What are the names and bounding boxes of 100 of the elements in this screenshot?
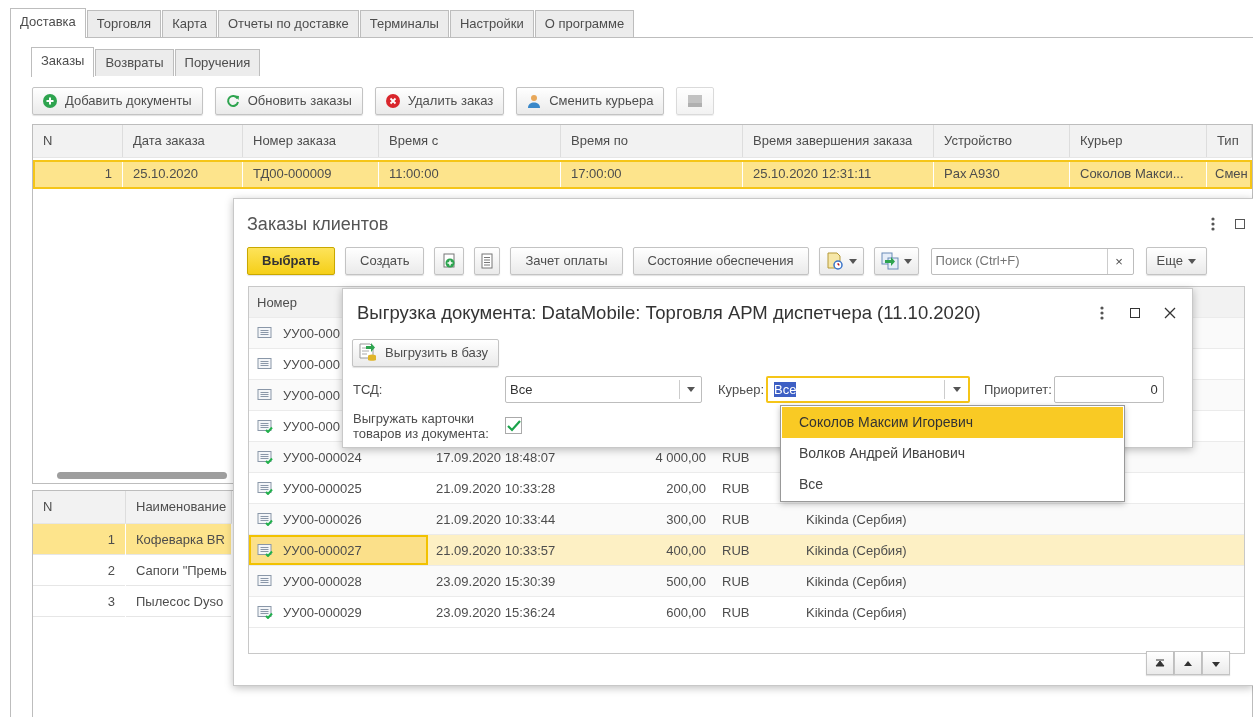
table-cell-text: 400,00 <box>665 542 707 560</box>
caret-icon <box>1188 258 1196 264</box>
toolbar-button[interactable]: Состояние обеспечения <box>632 247 809 275</box>
table-cell-text: Kikinda (Сербия) <box>805 542 908 560</box>
document-clock-icon <box>825 252 844 270</box>
table-cell-text: УУ00-000029 <box>283 603 362 622</box>
column-header[interactable]: Дата заказа <box>123 125 243 157</box>
maximize-icon[interactable] <box>1235 219 1245 229</box>
column-header[interactable]: Время по <box>561 125 743 157</box>
field-label: Курьер: <box>718 380 764 399</box>
table-cell-text: 600,00 <box>665 604 707 622</box>
table-row[interactable]: УУ00-000027 21.09.2020 10:33:57 400,00 RUB Kikinda (Сербия) <box>249 535 1244 566</box>
close-icon[interactable] <box>1164 306 1176 319</box>
caret-icon <box>952 386 961 392</box>
table-row[interactable]: УУ00-000029 23.09.2020 15:36:24 600,00 RUB Kikinda (Сербия) <box>249 597 1244 628</box>
scroll-top-button[interactable] <box>1146 651 1174 675</box>
tab[interactable]: Отчеты по доставке <box>217 10 359 37</box>
toolbar-button[interactable]: Создать <box>345 247 425 275</box>
table-cell-text: Kikinda (Сербия) <box>805 511 908 529</box>
toolbar-button[interactable]: Сменить курьера <box>516 87 665 115</box>
document-check-icon <box>257 543 273 557</box>
table-row[interactable]: 3 Пылесос Dyso <box>33 586 232 617</box>
tsd-combo[interactable]: Все <box>505 375 702 403</box>
caret-icon <box>686 386 695 392</box>
table-cell-text: УУ00-000026 <box>283 510 362 529</box>
search-field[interactable]: Поиск (Ctrl+F) × <box>930 247 1134 275</box>
toolbar-button[interactable]: Удалить заказ <box>374 87 505 115</box>
toolbar-button[interactable]: Обновить заказы <box>214 87 363 115</box>
field-label: Приоритет: <box>984 380 1052 399</box>
toolbar-button[interactable]: Добавить документы <box>32 87 203 115</box>
menu-button[interactable] <box>818 247 864 275</box>
document-icon <box>257 326 273 340</box>
menu-button[interactable] <box>873 247 919 275</box>
document-database-icon <box>359 342 377 363</box>
priority-field[interactable]: 0 <box>1053 375 1164 403</box>
tab[interactable]: Заказы <box>31 47 95 77</box>
icon-button[interactable] <box>434 247 465 275</box>
clear-button[interactable]: × <box>1106 248 1131 274</box>
table-row[interactable]: 2 Сапоги "Премь <box>33 555 232 586</box>
table-row[interactable]: 1 Кофеварка BR <box>33 524 232 555</box>
table-cell: 2 <box>33 555 126 586</box>
tab[interactable]: Возвраты <box>95 49 174 76</box>
more-button[interactable]: Еще <box>1145 247 1207 275</box>
table-cell-text: УУ00-000028 <box>283 572 362 591</box>
documents-arrow-icon <box>880 252 899 270</box>
table-cell-text: УУ00-000027 <box>283 541 362 560</box>
column-header[interactable]: N <box>33 125 123 157</box>
tab[interactable]: О программе <box>534 10 635 37</box>
table-row[interactable]: УУ00-000026 21.09.2020 10:33:44 300,00 RUB Kikinda (Сербия) <box>249 504 1244 535</box>
table-cell: 25.10.2020 12:31:11 <box>743 160 934 188</box>
document-check-icon <box>257 419 273 433</box>
document-plus-icon <box>441 253 458 269</box>
more-icon[interactable] <box>1211 217 1215 231</box>
dialog-title: Выгрузка документа: DataMobile: Торговля АРМ диспетчера (11.10.2020) <box>357 301 981 325</box>
column-header[interactable]: Тип <box>1207 125 1252 157</box>
tab[interactable]: Поручения <box>174 49 261 76</box>
table-cell-text: 21.09.2020 10:33:28 <box>435 480 557 498</box>
table-cell-text: 23.09.2020 15:30:39 <box>435 573 557 591</box>
column-header[interactable]: Номер заказа <box>243 125 379 157</box>
tab[interactable]: Торговля <box>86 10 162 37</box>
scrollbar-thumb[interactable] <box>57 472 227 479</box>
document-icon <box>257 357 273 371</box>
document-check-icon <box>257 450 273 464</box>
table-cell-text: УУ00-000 <box>283 355 340 374</box>
tab[interactable]: Настройки <box>449 10 534 37</box>
table-cell-text: RUB <box>721 480 751 498</box>
checkbox[interactable] <box>505 417 522 435</box>
column-header[interactable]: Устройство <box>934 125 1070 157</box>
tab[interactable]: Доставка <box>10 8 86 38</box>
column-header[interactable]: Курьер <box>1070 125 1207 157</box>
document-icon <box>257 574 273 588</box>
column-header[interactable]: Наименование <box>126 491 232 523</box>
export-button[interactable]: Выгрузить в базу <box>352 338 499 367</box>
table-row[interactable]: 1 25.10.2020 ТД00-000009 11:00:00 17:00:00 25.10.2020 12:31:11 Pax A930 Соколов Макси... Смен <box>33 160 1252 189</box>
table-cell-text: Kikinda (Сербия) <box>805 573 908 591</box>
table-cell-text: RUB <box>721 573 751 591</box>
column-header[interactable]: N <box>33 491 126 523</box>
scroll-down-button[interactable] <box>1202 651 1230 675</box>
document-check-icon <box>257 605 273 619</box>
toolbar-button[interactable]: Зачет оплаты <box>510 247 623 275</box>
icon-button[interactable] <box>474 247 501 275</box>
window-title: Заказы клиентов <box>247 212 389 236</box>
table-cell-text: УУ00-000 <box>283 324 340 343</box>
more-icon[interactable] <box>1100 305 1104 320</box>
table-row[interactable]: УУ00-000028 23.09.2020 15:30:39 500,00 RUB Kikinda (Сербия) <box>249 566 1244 597</box>
tab[interactable]: Терминалы <box>359 10 449 37</box>
scroll-up-button[interactable] <box>1174 651 1202 675</box>
dropdown-item[interactable]: Соколов Максим Игоревич <box>782 407 1123 438</box>
table-cell-text: 300,00 <box>665 511 707 529</box>
table-cell: 1 <box>33 524 126 555</box>
courier-combo[interactable]: Все <box>766 375 970 403</box>
list-icon <box>481 253 494 269</box>
select-button[interactable]: Выбрать <box>247 247 336 275</box>
table-cell: Соколов Макси... <box>1070 160 1207 188</box>
column-header[interactable]: Время с <box>379 125 561 157</box>
tab[interactable]: Карта <box>162 10 217 37</box>
column-header[interactable]: Время завершения заказа <box>743 125 934 157</box>
maximize-icon[interactable] <box>1130 307 1140 318</box>
table-cell-text: RUB <box>721 511 751 529</box>
table-cell: 3 <box>33 586 126 617</box>
